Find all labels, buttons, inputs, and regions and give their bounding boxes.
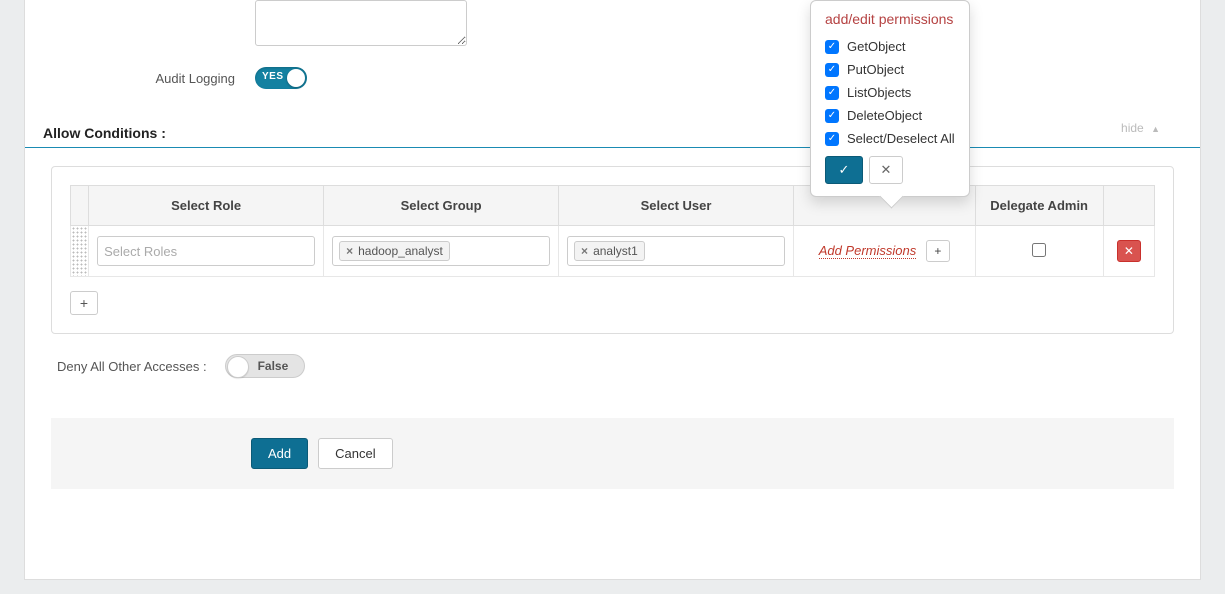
permission-item-label: PutObject [847, 62, 904, 77]
user-chip[interactable]: × analyst1 [574, 241, 645, 261]
add-permissions-plus-button[interactable]: + [926, 240, 950, 262]
audit-logging-label: Audit Logging [25, 71, 235, 86]
permission-item[interactable]: ✓ ListObjects [825, 85, 955, 100]
checkbox-icon[interactable]: ✓ [825, 63, 839, 77]
add-condition-row-button[interactable]: + [70, 291, 98, 315]
select-user-input[interactable]: × analyst1 [567, 236, 785, 266]
audit-logging-toggle[interactable]: YES [255, 67, 307, 89]
footer-actions: Add Cancel [51, 418, 1174, 489]
check-icon: ✓ [839, 162, 850, 178]
delete-row-button[interactable]: ✕ [1117, 240, 1141, 262]
permissions-popover-title: add/edit permissions [825, 11, 955, 27]
deny-all-toggle-text: False [258, 359, 289, 373]
cancel-button[interactable]: Cancel [318, 438, 392, 469]
permission-item[interactable]: ✓ DeleteObject [825, 108, 955, 123]
permission-item-label: Select/Deselect All [847, 131, 955, 146]
deny-all-label: Deny All Other Accesses : [57, 359, 207, 374]
description-textarea[interactable] [255, 0, 467, 46]
toggle-knob [227, 356, 249, 378]
col-delegate-admin: Delegate Admin [975, 186, 1103, 226]
permissions-popover: add/edit permissions ✓ GetObject ✓ PutObjec… [810, 0, 970, 197]
col-select-role: Select Role [89, 186, 324, 226]
add-button[interactable]: Add [251, 438, 308, 469]
deny-all-toggle[interactable]: False [225, 354, 305, 378]
col-select-user: Select User [559, 186, 794, 226]
allow-conditions-heading: Allow Conditions : [43, 119, 1200, 141]
chevron-up-icon: ▲ [1151, 124, 1160, 134]
group-chip[interactable]: × hadoop_analyst [339, 241, 450, 261]
permissions-confirm-button[interactable]: ✓ [825, 156, 863, 184]
select-group-input[interactable]: × hadoop_analyst [332, 236, 550, 266]
permissions-cancel-button[interactable]: ✕ [869, 156, 903, 184]
delegate-admin-checkbox[interactable] [1032, 243, 1046, 257]
add-permissions-link[interactable]: Add Permissions [819, 243, 917, 259]
audit-logging-toggle-text: YES [262, 71, 284, 82]
permission-item-label: DeleteObject [847, 108, 922, 123]
close-icon: ✕ [881, 162, 892, 178]
col-actions [1103, 186, 1154, 226]
permission-item-label: ListObjects [847, 85, 911, 100]
allow-conditions-table: Select Role Select Group Select User Del… [70, 185, 1155, 277]
permission-item[interactable]: ✓ GetObject [825, 39, 955, 54]
close-icon[interactable]: × [346, 244, 353, 258]
select-roles-input[interactable]: Select Roles [97, 236, 315, 266]
permission-item[interactable]: ✓ PutObject [825, 62, 955, 77]
col-select-group: Select Group [324, 186, 559, 226]
checkbox-icon[interactable]: ✓ [825, 86, 839, 100]
close-icon[interactable]: × [581, 244, 588, 258]
checkbox-icon[interactable]: ✓ [825, 40, 839, 54]
hide-toggle[interactable]: hide ▲ [1121, 121, 1160, 135]
permission-item-label: GetObject [847, 39, 906, 54]
checkbox-icon[interactable]: ✓ [825, 109, 839, 123]
conditions-row: Select Roles × hadoop_analyst [71, 226, 1155, 277]
permission-item[interactable]: ✓ Select/Deselect All [825, 131, 955, 146]
drag-handle[interactable] [71, 226, 89, 277]
toggle-knob [287, 69, 305, 87]
checkbox-icon[interactable]: ✓ [825, 132, 839, 146]
